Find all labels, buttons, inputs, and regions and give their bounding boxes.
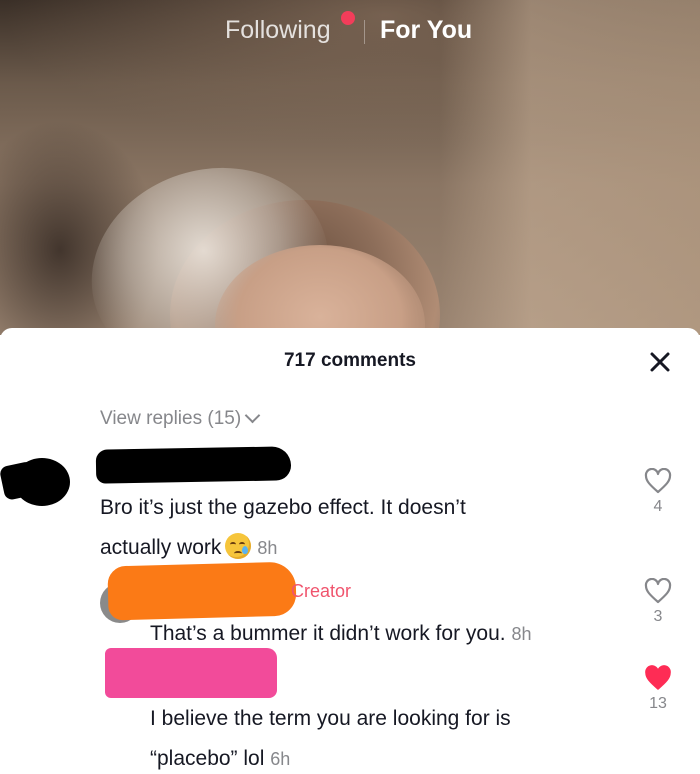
heart-outline-icon (644, 468, 672, 494)
like-count: 3 (653, 608, 663, 625)
live-indicator-dot (341, 11, 355, 25)
comment-text: Bro it’s just the gazebo effect. It does… (100, 488, 580, 568)
view-replies-link[interactable]: View replies (15) (100, 407, 261, 430)
comment-timestamp: 8h (257, 538, 278, 558)
comment-text-line: Bro it’s just the gazebo effect. It does… (100, 496, 466, 519)
tab-following[interactable]: Following (225, 16, 331, 45)
redacted-username (95, 446, 292, 484)
video-player[interactable]: Following For You (0, 0, 700, 335)
like-button[interactable]: 4 (638, 468, 678, 516)
comment-text: I believe the term you are looking for i… (150, 699, 620, 774)
comment-text-line: “placebo” lol 6h (150, 739, 620, 774)
video-frame (440, 0, 700, 335)
comment-text-part: That’s a bummer it didn’t work for you. (150, 622, 506, 645)
nav-divider (364, 20, 365, 44)
comment-text-part: “placebo” lol (150, 747, 265, 770)
heart-outline-icon (644, 578, 672, 604)
comment-text-line: actually work 8h (100, 528, 580, 568)
creator-badge: Creator (291, 581, 352, 601)
top-nav: Following For You (0, 11, 700, 48)
tab-for-you[interactable]: For You (380, 16, 472, 45)
redacted-username (107, 561, 297, 621)
comments-count-title: 717 comments (283, 350, 416, 371)
comment-timestamp: 8h (511, 624, 532, 644)
view-replies-label: View replies (15) (100, 408, 242, 429)
comments-sheet: 717 comments View replies (15) Bro it’s … (0, 328, 700, 774)
chevron-down-icon (244, 407, 261, 424)
avatar[interactable] (0, 456, 70, 508)
crying-face-emoji (225, 533, 252, 559)
comment-text-line: I believe the term you are looking for i… (150, 707, 511, 730)
comment-text-part: actually work (100, 536, 222, 559)
like-count: 4 (653, 498, 663, 515)
redacted-username (105, 648, 277, 698)
heart-filled-icon (645, 665, 671, 690)
like-button[interactable]: 3 (638, 578, 678, 626)
like-button[interactable]: 13 (638, 665, 678, 713)
comment-timestamp: 6h (270, 749, 291, 769)
close-icon[interactable] (648, 350, 672, 374)
like-count: 13 (649, 695, 667, 712)
